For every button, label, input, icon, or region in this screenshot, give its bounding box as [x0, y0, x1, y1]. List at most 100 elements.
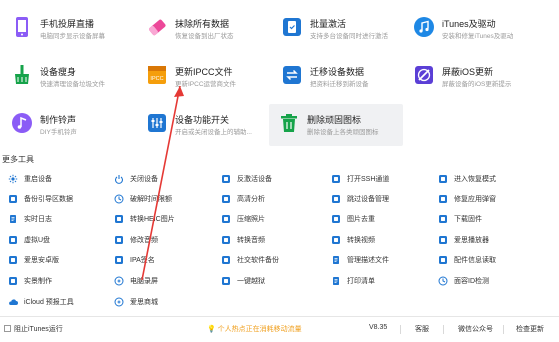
ipa-sign-icon	[114, 255, 124, 265]
android-icon	[8, 255, 18, 265]
download-firmware-icon	[438, 214, 448, 224]
audio-edit-icon	[114, 235, 124, 245]
tile-subtitle: 快速清理设备垃圾文件	[40, 81, 105, 88]
tool-label: 修改音频	[130, 237, 158, 244]
tile-itunes-driver[interactable]: iTunes及驱动 安装和修复iTunes及驱动	[404, 10, 536, 48]
player-icon	[438, 235, 448, 245]
tool-item[interactable]: 备份引导区数据	[8, 192, 128, 206]
tool-item[interactable]: 打印清单	[331, 274, 451, 288]
tool-item[interactable]: 反激活设备	[221, 172, 341, 186]
tool-item[interactable]: 爱思商城	[114, 295, 234, 309]
tool-item[interactable]: 实景制作	[8, 274, 128, 288]
tool-label: 高清分析	[237, 196, 265, 203]
tool-item[interactable]: 电脑录屏	[114, 274, 234, 288]
tool-item[interactable]: 面容ID检测	[438, 274, 558, 288]
block-itunes-label: 阻止iTunes运行	[14, 326, 63, 333]
tile-make-ringtone[interactable]: 制作铃声 DIY手机铃声	[2, 106, 134, 144]
tool-item[interactable]: 跳过设备管理	[331, 192, 451, 206]
tool-item[interactable]: 关闭设备	[114, 172, 234, 186]
lightbulb-icon: 💡	[207, 326, 218, 333]
tool-item[interactable]: 转换视频	[331, 233, 451, 247]
screen-mirror-icon	[10, 15, 34, 39]
tool-label: 修复应用弹窗	[454, 196, 496, 203]
wechat-button[interactable]: 微信公众号	[458, 324, 493, 334]
tool-item[interactable]: IPA签名	[114, 253, 234, 267]
social-backup-icon	[221, 255, 231, 265]
tool-item[interactable]: 修改音频	[114, 233, 234, 247]
screen-record-icon	[114, 276, 124, 286]
store-icon	[114, 297, 124, 307]
migrate-icon	[280, 63, 304, 87]
tool-label: iCloud 预报工具	[24, 299, 74, 306]
audio-convert-icon	[221, 235, 231, 245]
tool-item[interactable]: 转换HEIC图片	[114, 212, 234, 226]
tile-erase-all[interactable]: 抹除所有数据 恢复设备到出厂状态	[137, 10, 269, 48]
tile-device-functions[interactable]: 设备功能开关 开启或关闭设备上的辅助...	[137, 106, 269, 144]
tool-label: 爱思安卓版	[24, 257, 59, 264]
feedback-button[interactable]: 客服	[415, 324, 429, 334]
tool-label: 压缩照片	[237, 216, 265, 223]
divider	[503, 325, 504, 334]
tool-item[interactable]: 高清分析	[221, 192, 341, 206]
tool-item[interactable]: 重启设备	[8, 172, 128, 186]
tile-subtitle: 屏蔽设备的iOS更新提示	[442, 81, 512, 88]
tile-subtitle: 开启或关闭设备上的辅助...	[175, 129, 252, 136]
tool-label: 图片去重	[347, 216, 375, 223]
heic-icon	[114, 214, 124, 224]
tile-update-ipcc[interactable]: IPCC 更新IPCC文件 更新IPCC运营商文件	[137, 58, 269, 96]
tool-item[interactable]: 爱思播放器	[438, 233, 558, 247]
cloud-icon	[8, 297, 18, 307]
tool-item[interactable]: 爱思安卓版	[8, 253, 128, 267]
tool-item[interactable]: 压缩照片	[221, 212, 341, 226]
tile-block-ios-update[interactable]: 屏蔽iOS更新 屏蔽设备的iOS更新提示	[404, 58, 536, 96]
tool-item[interactable]: 下载固件	[438, 212, 558, 226]
tile-subtitle: 电脑同步显示设备屏幕	[40, 33, 105, 40]
backup-icon	[8, 194, 18, 204]
tile-batch-activate[interactable]: 批量激活 支持多台设备同时进行激活	[272, 10, 404, 48]
tool-item[interactable]: 打开SSH通道	[331, 172, 451, 186]
video-convert-icon	[331, 235, 341, 245]
tool-item[interactable]: 进入恢复模式	[438, 172, 558, 186]
tile-delete-stubborn-icons[interactable]: 删除顽固图标 删除设备上各类顽固图标	[269, 104, 403, 146]
tool-item[interactable]: 转换音频	[221, 233, 341, 247]
accessory-icon	[438, 255, 448, 265]
tool-label: 虚拟U盘	[24, 237, 51, 244]
tool-label: 实景制作	[24, 278, 52, 285]
tile-device-slim[interactable]: 设备瘦身 快速清理设备垃圾文件	[2, 58, 134, 96]
tool-item[interactable]: 实时日志	[8, 212, 128, 226]
tool-item[interactable]: 管理描述文件	[331, 253, 451, 267]
switch-sliders-icon	[145, 111, 169, 135]
tool-item[interactable]: iCloud 预报工具	[8, 295, 128, 309]
tile-title: 手机投屏直播	[40, 19, 95, 29]
print-icon	[331, 276, 341, 286]
tile-migrate-data[interactable]: 迁移设备数据 把资料迁移到新设备	[272, 58, 404, 96]
terminal-icon	[331, 174, 341, 184]
divider	[400, 325, 401, 334]
tool-item[interactable]: 破解时间限额	[114, 192, 234, 206]
checkbox-icon[interactable]	[4, 325, 11, 332]
tool-item[interactable]: 配件信息读取	[438, 253, 558, 267]
tile-subtitle: 把资料迁移到新设备	[310, 81, 369, 88]
tile-title: 制作铃声	[40, 115, 77, 125]
tool-label: 转换HEIC图片	[130, 216, 175, 223]
check-update-button[interactable]: 检查更新	[516, 324, 544, 334]
feature-tiles: 手机投屏直播 电脑同步显示设备屏幕 抹除所有数据 恢复设备到出厂状态 批量激活 …	[0, 0, 559, 148]
tool-label: 打印清单	[347, 278, 375, 285]
tool-item[interactable]: 修复应用弹窗	[438, 192, 558, 206]
tile-subtitle: DIY手机铃声	[40, 129, 77, 136]
mobile-recovery-icon	[438, 174, 448, 184]
ipcc-file-icon: IPCC	[145, 63, 169, 87]
tool-item[interactable]: 社交软件备份	[221, 253, 341, 267]
status-bar: 阻止iTunes运行 💡 个人热点正在消耗移动流量 V8.35 客服 微信公众号…	[0, 316, 559, 342]
dedupe-icon	[331, 214, 341, 224]
tool-item[interactable]: 一键越狱	[221, 274, 341, 288]
skip-icon	[331, 194, 341, 204]
block-update-icon	[412, 63, 436, 87]
tool-item[interactable]: 虚拟U盘	[8, 233, 128, 247]
tile-screen-mirror[interactable]: 手机投屏直播 电脑同步显示设备屏幕	[2, 10, 134, 48]
jailbreak-icon	[221, 276, 231, 286]
clock-icon	[114, 194, 124, 204]
block-itunes-checkbox[interactable]: 阻止iTunes运行	[4, 324, 63, 334]
tile-title: 设备瘦身	[40, 67, 77, 77]
tool-item[interactable]: 图片去重	[331, 212, 451, 226]
